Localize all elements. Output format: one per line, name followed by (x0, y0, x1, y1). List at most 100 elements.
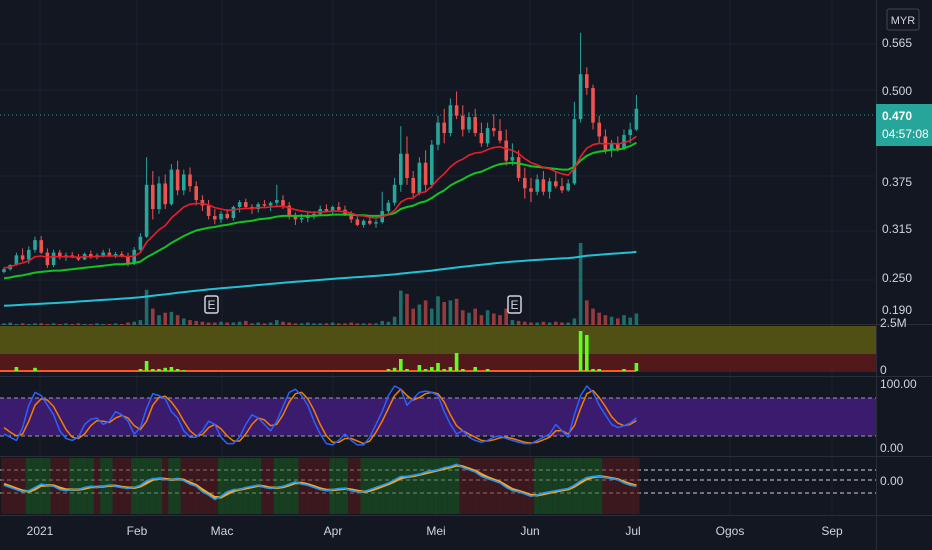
candle-body[interactable] (430, 144, 434, 185)
volume-bar (485, 310, 490, 325)
candle-body[interactable] (448, 105, 453, 133)
candle-body[interactable] (442, 122, 446, 133)
volume-bar (306, 322, 310, 325)
candle-body[interactable] (113, 253, 118, 256)
candle-body[interactable] (33, 240, 37, 250)
candle-body[interactable] (361, 220, 366, 225)
candle-body[interactable] (337, 206, 341, 210)
volume-bar (622, 315, 626, 325)
candle-body[interactable] (585, 74, 589, 89)
candle-body[interactable] (194, 186, 198, 201)
candle-body[interactable] (374, 222, 378, 224)
candle-body[interactable] (213, 215, 217, 220)
oscillator-shade (602, 458, 609, 514)
candle-body[interactable] (324, 209, 329, 212)
candle-body[interactable] (529, 188, 533, 192)
histogram-bar (597, 369, 601, 371)
currency-label: MYR (891, 15, 916, 27)
volume-bar (461, 310, 465, 325)
candle-body[interactable] (169, 169, 174, 205)
volume-bar (194, 320, 198, 325)
candle-body[interactable] (39, 240, 43, 253)
candle-body[interactable] (597, 122, 601, 137)
volume-bar (380, 320, 384, 325)
candle-body[interactable] (516, 157, 521, 178)
candle-body[interactable] (268, 202, 273, 206)
oscillator-shade (242, 458, 249, 514)
candle-body[interactable] (107, 252, 112, 256)
candle-body[interactable] (436, 122, 440, 145)
candle-body[interactable] (175, 169, 180, 191)
currency-button[interactable]: MYR (886, 8, 920, 31)
candle-body[interactable] (423, 162, 428, 185)
candle-body[interactable] (566, 183, 570, 191)
earnings-marker[interactable]: E (204, 295, 219, 314)
candle-body[interactable] (355, 219, 360, 225)
candle-body[interactable] (591, 88, 595, 123)
candle-body[interactable] (479, 132, 484, 144)
candle-body[interactable] (163, 183, 167, 205)
candle-body[interactable] (523, 177, 527, 189)
candle-body[interactable] (144, 184, 149, 237)
candle-body[interactable] (411, 177, 415, 194)
candle-body[interactable] (461, 115, 465, 130)
candle-body[interactable] (628, 129, 632, 136)
stock-chart[interactable]: E E 0.565 0.500 0.375 0.315 0.250 0.190 MYR 0… (0, 0, 932, 550)
candle-body[interactable] (510, 157, 515, 161)
candle-body[interactable] (454, 105, 459, 116)
candle-body[interactable] (182, 174, 186, 191)
time-tick-label: Mac (211, 524, 234, 538)
candle-body[interactable] (554, 181, 558, 187)
candle-body[interactable] (392, 184, 397, 203)
candle-body[interactable] (535, 179, 539, 192)
oscillator-shade (515, 458, 522, 514)
candle-body[interactable] (368, 220, 372, 224)
volume-bar (492, 313, 496, 325)
candle-body[interactable] (492, 128, 496, 131)
candle-body[interactable] (244, 202, 248, 207)
candle-body[interactable] (504, 140, 508, 161)
oscillator-shade (422, 458, 429, 514)
candle-body[interactable] (237, 202, 242, 207)
candle-body[interactable] (467, 117, 471, 130)
candle-body[interactable] (473, 117, 477, 133)
candle-body[interactable] (2, 269, 6, 272)
candle-body[interactable] (541, 179, 546, 192)
candle-body[interactable] (262, 204, 267, 206)
candle-body[interactable] (20, 255, 25, 260)
volume-bar (132, 321, 136, 325)
candle-body[interactable] (138, 236, 143, 250)
volume-bar (392, 316, 397, 325)
candle-body[interactable] (560, 186, 564, 191)
volume-bar (188, 320, 192, 325)
volume-bar (281, 321, 285, 325)
candle-body[interactable] (386, 202, 391, 212)
candle-body[interactable] (27, 249, 31, 260)
candle-body[interactable] (101, 252, 105, 256)
candle-body[interactable] (299, 218, 304, 220)
stochastic-band (0, 398, 876, 436)
candle-body[interactable] (188, 174, 192, 187)
candle-body[interactable] (578, 74, 583, 120)
candle-body[interactable] (417, 162, 422, 194)
candle-body[interactable] (498, 130, 502, 141)
candle-body[interactable] (225, 213, 229, 219)
oscillator-shade (25, 458, 32, 514)
candle-body[interactable] (405, 153, 409, 178)
candle-body[interactable] (281, 200, 285, 206)
earnings-marker[interactable]: E (507, 295, 522, 314)
candle-body[interactable] (231, 206, 236, 219)
candle-body[interactable] (547, 181, 552, 192)
candle-body[interactable] (45, 252, 50, 266)
candle-body[interactable] (399, 153, 403, 185)
candle-body[interactable] (219, 213, 223, 220)
candle-body[interactable] (275, 200, 279, 203)
candle-body[interactable] (572, 119, 577, 184)
oscillator-shade (217, 458, 225, 514)
candle-body[interactable] (157, 183, 161, 210)
candle-body[interactable] (485, 128, 490, 144)
candle-body[interactable] (51, 252, 56, 266)
candle-body[interactable] (151, 184, 155, 210)
candle-body[interactable] (206, 205, 211, 216)
candle-body[interactable] (634, 108, 639, 130)
